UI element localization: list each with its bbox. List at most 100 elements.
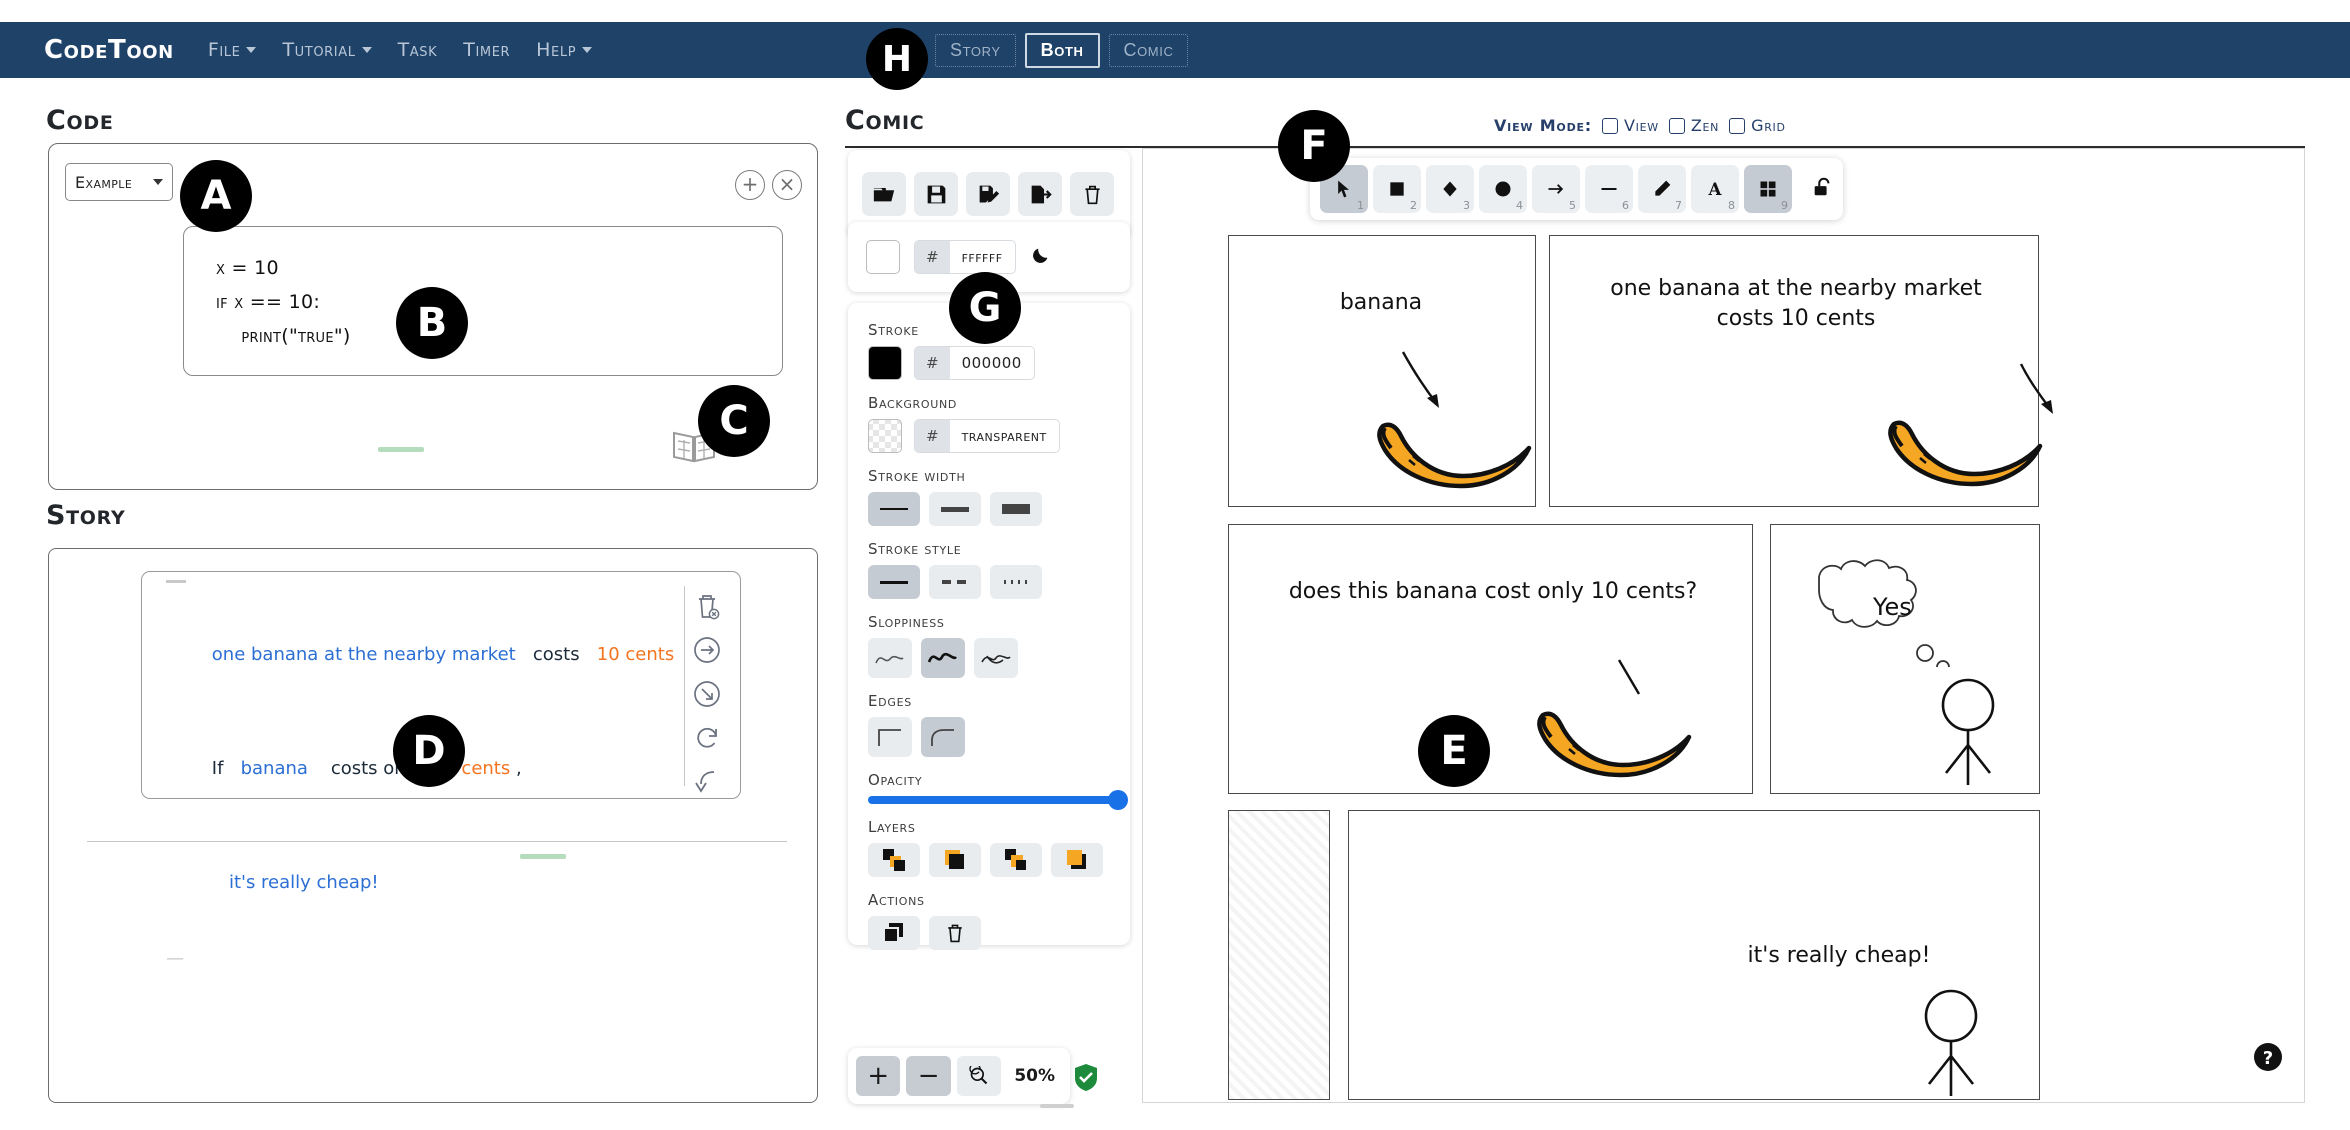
panel-text[interactable]: banana xyxy=(1281,288,1481,318)
comic-panel-4[interactable]: Yes xyxy=(1770,524,2040,794)
callout-badge-h: H xyxy=(866,28,928,90)
open-folder-icon[interactable] xyxy=(862,172,906,216)
frame-tool[interactable]: 9 xyxy=(1744,165,1792,213)
sloppiness-artist[interactable] xyxy=(921,638,965,678)
callout-badge-g: G xyxy=(949,272,1021,344)
unlock-icon[interactable] xyxy=(1811,176,1833,202)
save-as-icon[interactable] xyxy=(966,172,1010,216)
mode-button-story[interactable]: Story xyxy=(935,34,1016,67)
nav-item-timer[interactable]: Timer xyxy=(463,39,510,61)
sloppiness-architect[interactable] xyxy=(868,638,912,678)
callout-badge-a: A xyxy=(180,160,252,232)
callout-badge-b: B xyxy=(396,287,468,359)
help-circle-icon[interactable]: ? xyxy=(2253,1042,2283,1076)
opacity-slider[interactable] xyxy=(868,790,1128,810)
story-action-sidebar xyxy=(684,586,728,793)
export-icon[interactable] xyxy=(1018,172,1062,216)
stroke-style-dotted[interactable] xyxy=(990,565,1042,599)
save-icon[interactable] xyxy=(914,172,958,216)
layer-send-backward-icon[interactable] xyxy=(929,843,981,877)
panel-text[interactable]: does this banana cost only 10 cents? xyxy=(1259,577,1727,607)
zoom-resize-handle[interactable] xyxy=(1040,1104,1074,1108)
line-tool[interactable]: 6 xyxy=(1585,165,1633,213)
chevron-down-icon xyxy=(582,47,593,53)
comic-panel-1[interactable]: banana xyxy=(1228,235,1536,507)
diamond-tool[interactable]: 3 xyxy=(1426,165,1474,213)
stroke-style-solid[interactable] xyxy=(868,565,920,599)
draw-tool[interactable]: 7 xyxy=(1638,165,1686,213)
stroke-hex[interactable]: # 000000 xyxy=(914,346,1035,380)
zoom-percentage[interactable]: 50% xyxy=(1007,1066,1062,1086)
comic-panel-3[interactable]: does this banana cost only 10 cents? xyxy=(1228,524,1753,794)
view-mode-checkbox-view[interactable]: View xyxy=(1602,116,1659,135)
duplicate-icon[interactable] xyxy=(868,916,920,950)
sloppiness-label: Sloppiness xyxy=(868,613,945,631)
delete-icon[interactable] xyxy=(1070,172,1114,216)
callout-badge-c: C xyxy=(698,385,770,457)
canvas-background-swatch[interactable] xyxy=(866,240,900,274)
refresh-icon[interactable] xyxy=(691,722,723,754)
chevron-down-icon xyxy=(246,47,257,53)
view-mode-checkbox-grid[interactable]: Grid xyxy=(1729,116,1786,135)
layer-bring-forward-icon[interactable] xyxy=(990,843,1042,877)
edges-round[interactable] xyxy=(921,717,965,757)
edges-sharp[interactable] xyxy=(868,717,912,757)
nav-item-tutorial[interactable]: Tutorial xyxy=(282,39,372,61)
mode-button-both[interactable]: Both xyxy=(1024,33,1100,68)
view-mode-checkbox-zen[interactable]: Zen xyxy=(1668,116,1719,135)
trash-x-icon[interactable] xyxy=(691,590,723,622)
panel-text[interactable]: one banana at the nearby market costs 10… xyxy=(1590,274,2002,334)
checkbox-icon[interactable] xyxy=(1729,117,1746,134)
stroke-width-thin[interactable] xyxy=(868,492,920,526)
story-token: one banana at the nearby market xyxy=(211,644,516,665)
properties-panel: Stroke # 000000 Background # transparent… xyxy=(848,303,1130,950)
moon-icon[interactable] xyxy=(1030,244,1052,270)
edges-label: Edges xyxy=(868,692,912,710)
stroke-style-dashed[interactable] xyxy=(929,565,981,599)
comic-panel-placeholder[interactable] xyxy=(1228,810,1330,1100)
rectangle-tool[interactable]: 2 xyxy=(1373,165,1421,213)
code-resize-handle[interactable] xyxy=(378,447,424,452)
zoom-in-button[interactable]: + xyxy=(856,1056,901,1096)
opacity-slider-thumb[interactable] xyxy=(1108,790,1128,810)
nav-item-file[interactable]: File xyxy=(208,39,257,61)
story-token: it's really cheap! xyxy=(211,872,379,893)
shield-check-icon[interactable] xyxy=(1073,1063,1099,1095)
checkbox-icon[interactable] xyxy=(1602,117,1619,134)
nav-item-task[interactable]: Task xyxy=(398,39,438,61)
arrow-tool[interactable]: 5 xyxy=(1532,165,1580,213)
story-resize-handle[interactable] xyxy=(520,854,566,859)
nav-item-help[interactable]: Help xyxy=(536,39,593,61)
arrow-down-right-circle-icon[interactable] xyxy=(691,678,723,710)
close-code-button[interactable]: × xyxy=(772,170,802,200)
checkbox-icon[interactable] xyxy=(1668,117,1685,134)
svg-text:A: A xyxy=(1708,179,1723,199)
reset-zoom-icon[interactable] xyxy=(956,1056,1002,1096)
stroke-value: 000000 xyxy=(961,354,1022,372)
arrow-right-circle-icon[interactable] xyxy=(691,634,723,666)
story-token: costs xyxy=(515,644,597,665)
stroke-width-bold[interactable] xyxy=(929,492,981,526)
story-text: one banana at the nearby market costs 10… xyxy=(166,598,674,978)
code-editor[interactable]: x = 10 if x == 10: print("true") xyxy=(183,226,783,376)
comic-panel-2[interactable]: one banana at the nearby market costs 10… xyxy=(1549,235,2053,507)
example-dropdown[interactable]: Example xyxy=(65,163,173,201)
ellipse-tool[interactable]: 4 xyxy=(1479,165,1527,213)
background-hex[interactable]: # transparent xyxy=(914,419,1060,453)
add-code-button[interactable]: + xyxy=(735,170,765,200)
canvas-background-hex[interactable]: # ffffff xyxy=(914,240,1016,274)
arrow-annotation xyxy=(2019,363,2053,414)
layer-bring-to-front-icon[interactable] xyxy=(1051,843,1103,877)
background-color-swatch[interactable] xyxy=(868,419,902,453)
mode-button-comic[interactable]: Comic xyxy=(1108,34,1189,67)
panel-text[interactable]: it's really cheap! xyxy=(1689,941,1989,971)
text-tool[interactable]: A 8 xyxy=(1691,165,1739,213)
sloppiness-cartoonist[interactable] xyxy=(974,638,1018,678)
curved-down-arrow-icon[interactable] xyxy=(691,766,723,798)
stroke-color-swatch[interactable] xyxy=(868,346,902,380)
zoom-out-button[interactable]: − xyxy=(906,1056,951,1096)
stroke-width-extra-bold[interactable] xyxy=(990,492,1042,526)
comic-panel-5[interactable]: it's really cheap! xyxy=(1348,810,2040,1100)
delete-icon[interactable] xyxy=(929,916,981,950)
layer-send-to-back-icon[interactable] xyxy=(868,843,920,877)
